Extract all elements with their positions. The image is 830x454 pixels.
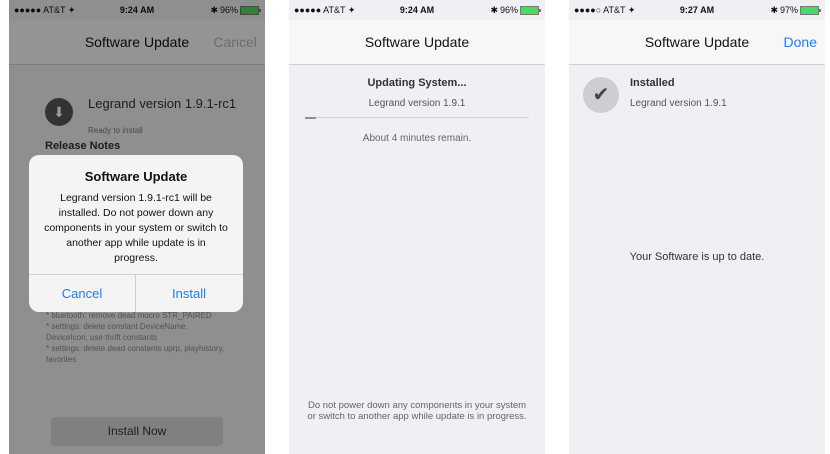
up-to-date-message: Your Software is up to date. <box>629 251 765 263</box>
navigation-bar: Software Update Done <box>569 20 825 65</box>
update-alert-dialog: Software Update Legrand version 1.9.1-rc… <box>29 155 243 312</box>
battery-icon <box>520 6 541 16</box>
battery-indicator: ✱ 96% <box>490 5 541 16</box>
alert-message: Legrand version 1.9.1-rc1 will be instal… <box>44 192 228 264</box>
navigation-bar: Software Update <box>289 20 545 65</box>
nav-title: Software Update <box>364 34 470 50</box>
power-warning: Do not power down any components in your… <box>307 400 527 422</box>
battery-icon <box>800 6 821 16</box>
bluetooth-icon: ✱ <box>490 5 498 15</box>
battery-indicator: ✱ 97% <box>770 5 821 16</box>
phone-screen-updating: ●●●●● AT&T ✦ 9:24 AM ✱ 96% Software Updat… <box>289 0 545 454</box>
battery-percent: 96% <box>499 5 518 15</box>
update-version: Legrand version 1.9.1 <box>368 98 466 109</box>
updating-title: Updating System... <box>367 77 467 89</box>
progress-fill <box>305 117 317 119</box>
status-bar: ●●●●● AT&T ✦ 9:24 AM ✱ 96% <box>289 0 545 20</box>
status-bar: ●●●●○ AT&T ✦ 9:27 AM ✱ 97% <box>569 0 825 20</box>
installed-title: Installed <box>630 77 675 89</box>
alert-cancel-button[interactable]: Cancel <box>29 275 135 312</box>
phone-screen-installed: ●●●●○ AT&T ✦ 9:27 AM ✱ 97% Software Updat… <box>569 0 825 454</box>
bluetooth-icon: ✱ <box>770 5 778 15</box>
time-remaining: About 4 minutes remain. <box>362 133 472 144</box>
installed-version: Legrand version 1.9.1 <box>630 98 727 109</box>
done-button[interactable]: Done <box>784 34 817 50</box>
phone-screen-install-confirm: ●●●●● AT&T ✦ 9:24 AM ✱ 96% Software Updat… <box>9 0 265 454</box>
alert-title: Software Update <box>84 169 188 184</box>
alert-install-button[interactable]: Install <box>136 275 242 312</box>
update-progress-bar <box>305 117 529 119</box>
battery-percent: 97% <box>779 5 798 15</box>
checkmark-icon: ✔ <box>583 77 619 113</box>
